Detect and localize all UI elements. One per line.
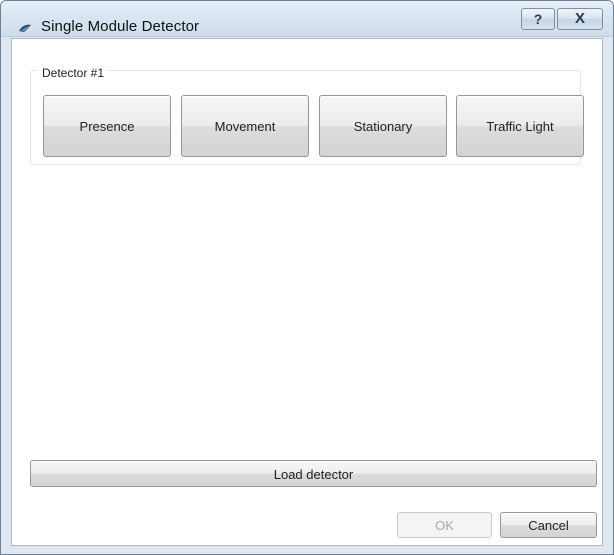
ok-button: OK	[397, 512, 492, 538]
dialog-content: Detector #1 Presence Movement Stationary…	[11, 38, 603, 546]
detector-group-title: Detector #1	[38, 66, 109, 80]
app-icon	[18, 20, 32, 34]
traffic-light-button[interactable]: Traffic Light	[456, 95, 584, 157]
load-detector-button[interactable]: Load detector	[30, 460, 597, 487]
movement-button[interactable]: Movement	[181, 95, 309, 157]
help-button[interactable]: ?	[521, 8, 555, 30]
close-button[interactable]: X	[557, 8, 603, 30]
cancel-button[interactable]: Cancel	[500, 512, 597, 538]
presence-button[interactable]: Presence	[43, 95, 171, 157]
dialog-window: Single Module Detector ? X Detector #1 P…	[0, 0, 614, 555]
window-title: Single Module Detector	[41, 18, 200, 35]
title-bar[interactable]: Single Module Detector ? X	[1, 1, 613, 37]
stationary-button[interactable]: Stationary	[319, 95, 447, 157]
